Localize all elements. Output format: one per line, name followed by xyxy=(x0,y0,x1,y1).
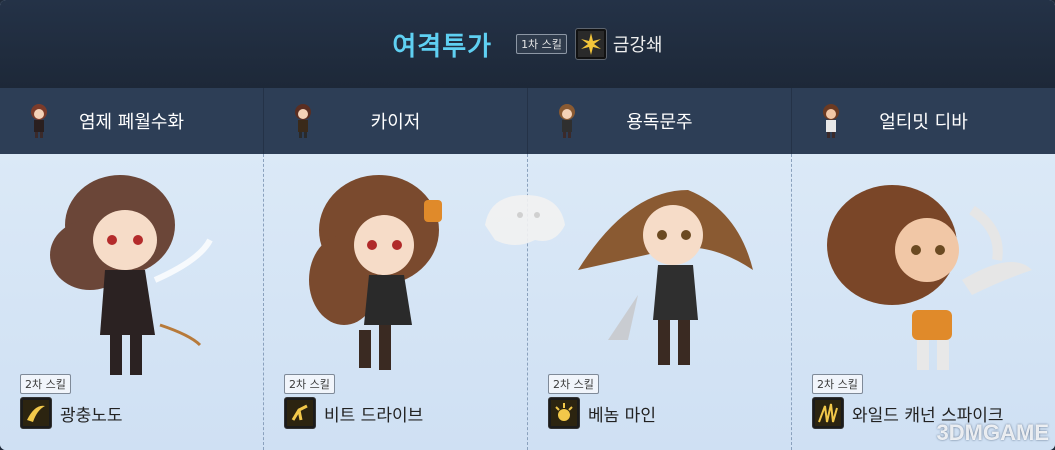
second-skill-badge: 2차 스킬 xyxy=(20,374,71,394)
second-skill: 베놈 마인 xyxy=(548,397,656,429)
second-skill-badge: 2차 스킬 xyxy=(548,374,599,394)
tab-label: 카이저 xyxy=(370,112,421,133)
second-skill-badge: 2차 스킬 xyxy=(812,374,863,394)
tab-label: 용독문주 xyxy=(626,112,693,133)
second-skill-name: 비트 드라이브 xyxy=(324,405,424,426)
spike-burst-icon xyxy=(812,397,844,429)
ghost-mascot-image xyxy=(485,195,565,245)
page-title: 여격투가 xyxy=(392,31,493,62)
second-skill: 광충노도 xyxy=(20,397,123,429)
tab-character-2[interactable]: 카이저 xyxy=(264,88,528,154)
wave-slash-icon xyxy=(20,397,52,429)
tab-character-1[interactable]: 염제 폐월수화 xyxy=(0,88,264,154)
tab-character-3[interactable]: 용독문주 xyxy=(528,88,792,154)
kick-icon xyxy=(284,397,316,429)
character-avatar-icon xyxy=(823,104,839,138)
mine-burst-icon xyxy=(548,397,580,429)
second-skill: 비트 드라이브 xyxy=(284,397,423,429)
character-panel-1: 2차 스킬 광충노도 xyxy=(0,154,264,450)
tab-character-4[interactable]: 얼티밋 디바 xyxy=(792,88,1055,154)
tab-label: 염제 폐월수화 xyxy=(78,112,185,133)
header: 여격투가 1차 스킬 금강쇄 xyxy=(0,0,1055,88)
character-avatar-icon xyxy=(31,104,47,138)
character-illustration xyxy=(827,185,1032,370)
character-illustration xyxy=(578,190,753,365)
skill-showcase: 여격투가 1차 스킬 금강쇄 염제 폐월수화 카이저 용독문주 얼티밋 디바 2… xyxy=(0,0,1055,450)
lightning-burst-icon xyxy=(574,28,607,60)
second-skill-name: 베놈 마인 xyxy=(588,405,656,426)
watermark: 3DMGAME xyxy=(936,420,1049,445)
character-illustration xyxy=(309,175,442,370)
character-tabs: 염제 폐월수화 카이저 용독문주 얼티밋 디바 xyxy=(0,88,1055,154)
character-panel-4: 2차 스킬 와일드 캐넌 스파이크 xyxy=(792,154,1055,450)
character-avatar-icon xyxy=(295,104,311,138)
first-skill-name: 금강쇄 xyxy=(612,35,663,56)
second-skill-name: 광충노도 xyxy=(60,405,123,426)
tab-label: 얼티밋 디바 xyxy=(879,112,968,133)
character-illustration xyxy=(50,175,213,375)
character-avatar-icon xyxy=(559,104,575,138)
first-skill-badge: 1차 스킬 xyxy=(516,34,567,54)
second-skill-badge: 2차 스킬 xyxy=(284,374,335,394)
